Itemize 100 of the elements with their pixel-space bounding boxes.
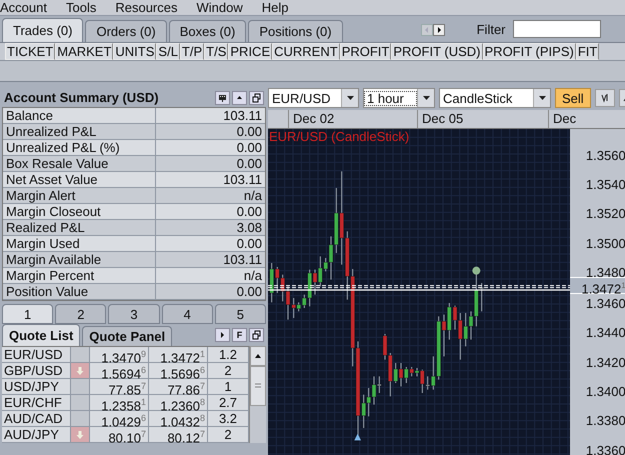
column-header[interactable]: PROFIT (USD) bbox=[391, 43, 483, 60]
table-cell: Net Asset Value bbox=[3, 172, 156, 187]
table-cell: Position Value bbox=[3, 284, 156, 299]
table-cell: 1.5694$^{6}$ bbox=[90, 363, 149, 378]
table-cell: 77.85$^{7}$ bbox=[90, 379, 149, 394]
menu-item[interactable]: Resources bbox=[115, 0, 178, 15]
tab[interactable]: 4 bbox=[162, 304, 213, 324]
table-cell: 1.0429$^{6}$ bbox=[90, 411, 149, 426]
restore-icon[interactable] bbox=[249, 328, 264, 342]
column-header[interactable]: FIT bbox=[576, 43, 600, 60]
table-cell: Margin Percent bbox=[3, 268, 156, 283]
tab[interactable]: 5 bbox=[214, 304, 266, 324]
keyboard-icon[interactable] bbox=[215, 90, 230, 104]
table-cell-text: 0.00 bbox=[236, 204, 263, 219]
date-label: Dec 05 bbox=[418, 110, 549, 128]
table-cell-text: 0.00 bbox=[236, 156, 263, 171]
scroll-right-icon[interactable] bbox=[432, 24, 445, 36]
table-cell: Box Resale Value bbox=[3, 156, 156, 171]
table-cell-text: n/a bbox=[242, 188, 263, 203]
table-cell: Margin Available bbox=[3, 252, 156, 267]
price-label: 1.3440 bbox=[586, 325, 625, 340]
caret-icon bbox=[538, 96, 546, 100]
chart-type-dropdown[interactable]: CandleStick bbox=[439, 88, 551, 108]
column-header[interactable]: T/P bbox=[180, 43, 204, 60]
marker-triangle bbox=[354, 434, 361, 440]
play-icon[interactable] bbox=[215, 328, 230, 342]
table-cell: Margin Used bbox=[3, 236, 156, 251]
price-label: 1.3480 bbox=[586, 265, 625, 280]
price-label: 1.3500 bbox=[586, 236, 625, 251]
f-button[interactable]: F bbox=[232, 328, 247, 342]
menu-item[interactable]: Help bbox=[262, 0, 288, 15]
menu-item[interactable]: Window bbox=[196, 0, 243, 15]
table-cell-text: 0.00 bbox=[236, 140, 263, 155]
table-cell: 1.5696$^{6}$ bbox=[149, 363, 208, 378]
table-cell-text: 3.08 bbox=[236, 220, 263, 235]
table-cell: 1.3472$^{1}$ bbox=[149, 347, 208, 362]
price-label: 1.3400 bbox=[586, 384, 625, 399]
tab[interactable]: 1 bbox=[2, 304, 54, 324]
column-header[interactable]: PRICE bbox=[228, 43, 272, 60]
table-cell: 1.2360$^{8}$ bbox=[149, 395, 208, 410]
marker-dot bbox=[472, 266, 480, 275]
table-cell: 1.3470$^{9}$ bbox=[90, 347, 149, 362]
column-header[interactable]: CURRENT bbox=[272, 43, 340, 60]
table-cell: Unrealized P&L bbox=[3, 124, 156, 139]
interval-dropdown[interactable]: 1 hour bbox=[363, 88, 435, 108]
scroll-up-icon[interactable] bbox=[250, 346, 266, 366]
table-cell: 80.12$^{7}$ bbox=[149, 427, 208, 442]
tab[interactable]: 3 bbox=[108, 304, 160, 324]
symbol-dropdown[interactable]: EUR/USD bbox=[268, 88, 359, 108]
column-header[interactable]: S/L bbox=[156, 43, 180, 60]
caret-icon bbox=[422, 96, 430, 100]
price-label: 1.3420 bbox=[586, 355, 625, 370]
table-cell: 77.86$^{7}$ bbox=[149, 379, 208, 394]
filter-field[interactable] bbox=[512, 20, 600, 38]
table-cell: 1.2358$^{1}$ bbox=[90, 395, 149, 410]
table-cell-text: n/a bbox=[242, 268, 263, 283]
tab[interactable]: Positions (0) bbox=[248, 20, 343, 42]
chart-title: EUR/USD (CandleStick) bbox=[269, 129, 410, 144]
table-cell-text: 103.11 bbox=[222, 108, 263, 123]
tab[interactable]: Quote Panel bbox=[82, 326, 172, 346]
column-header[interactable]: PROFIT (PIPS) bbox=[482, 43, 576, 60]
price-label: 1.3460 bbox=[586, 296, 625, 311]
table-cell: Margin Alert bbox=[3, 188, 156, 203]
price-label: 1.3560 bbox=[586, 148, 625, 163]
price-label: 1.3520 bbox=[586, 206, 625, 221]
tab[interactable]: 2 bbox=[55, 304, 106, 324]
collapse-icon[interactable] bbox=[232, 90, 247, 104]
scrollbar[interactable] bbox=[249, 346, 266, 443]
table-cell-text: 0.00 bbox=[236, 236, 263, 251]
column-header[interactable]: TICKET bbox=[5, 43, 56, 60]
price-label: 1.3380 bbox=[586, 413, 625, 428]
caret-icon bbox=[346, 96, 354, 100]
column-header[interactable]: T/S bbox=[204, 43, 228, 60]
tab[interactable]: Quote List bbox=[2, 324, 80, 346]
current-price-label: 1.3472$^{1}$ bbox=[570, 277, 625, 294]
tab[interactable]: Boxes (0) bbox=[168, 20, 246, 42]
menu-item[interactable]: Account bbox=[0, 0, 47, 15]
tab[interactable]: Trades (0) bbox=[2, 18, 84, 42]
column-header[interactable]: PROFIT bbox=[340, 43, 392, 60]
column-header[interactable]: MARKET bbox=[55, 43, 114, 60]
table-cell: 80.10$^{7}$ bbox=[90, 427, 149, 442]
sell-button[interactable]: Sell bbox=[555, 88, 591, 108]
price-label: 1.3360 bbox=[586, 443, 625, 455]
tab[interactable]: Orders (0) bbox=[85, 20, 167, 42]
table-cell: Realized P&L bbox=[3, 220, 156, 235]
filter-label: Filter bbox=[476, 22, 506, 36]
table-cell-text: 0.00 bbox=[236, 284, 263, 299]
table-cell-text: 103.11 bbox=[222, 172, 263, 187]
restore-icon[interactable] bbox=[249, 90, 264, 104]
scroll-thumb[interactable] bbox=[250, 366, 266, 406]
table-cell: 1.0432$^{8}$ bbox=[149, 411, 208, 426]
indicator-icon[interactable] bbox=[594, 89, 615, 107]
menu-item[interactable]: Tools bbox=[66, 0, 96, 15]
date-label: Dec 02 bbox=[289, 110, 418, 128]
table-cell-text: 0.00 bbox=[236, 124, 263, 139]
column-header[interactable]: UNITS bbox=[113, 43, 156, 60]
table-cell-text: 103.11 bbox=[222, 252, 263, 267]
table-cell: Margin Closeout bbox=[3, 204, 156, 219]
table-cell: Unrealized P&L (%) bbox=[3, 140, 156, 155]
price-label: 1.3540 bbox=[586, 177, 625, 192]
